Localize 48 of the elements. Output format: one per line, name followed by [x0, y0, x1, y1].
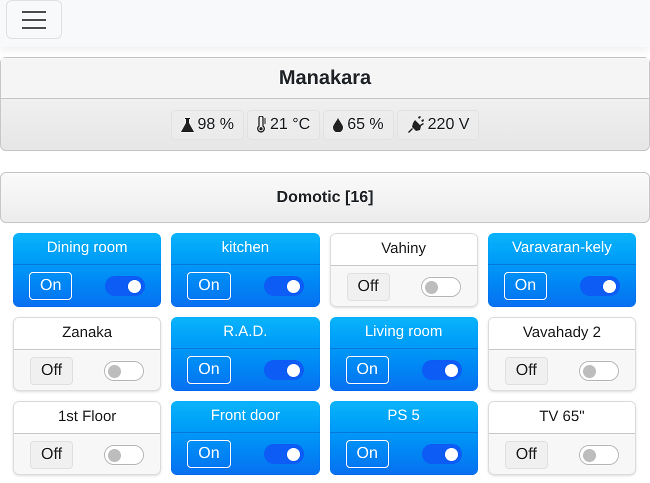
state-button[interactable]: Off	[30, 441, 74, 469]
state-button[interactable]: On	[187, 440, 231, 468]
toggle-switch[interactable]	[579, 445, 619, 465]
toggle-switch[interactable]	[420, 277, 461, 297]
state-button[interactable]: On	[504, 272, 548, 300]
thermometer-icon	[256, 116, 266, 133]
device-name: TV 65"	[488, 402, 635, 434]
device-name: Vahiny	[330, 234, 477, 266]
device-name: Dining room	[13, 233, 162, 265]
section-header: Domotic [16]	[0, 172, 650, 223]
toggle-switch[interactable]	[264, 360, 304, 380]
device-name: Living room	[330, 317, 478, 349]
toggle-switch[interactable]	[422, 444, 462, 464]
plug-icon	[406, 116, 424, 133]
state-button[interactable]: Off	[346, 273, 390, 301]
stat-value: 98 %	[198, 114, 234, 134]
device-name: Zanaka	[14, 318, 160, 350]
drop-icon	[333, 118, 344, 132]
toggle-switch[interactable]	[264, 276, 304, 296]
device-name: Varavaran-kely	[488, 233, 636, 265]
toggle-switch[interactable]	[105, 276, 146, 296]
state-button[interactable]: On	[187, 272, 231, 300]
state-button[interactable]: On	[346, 440, 389, 468]
toggle-switch[interactable]	[422, 360, 462, 380]
stat-value: 220 V	[428, 114, 470, 134]
toggle-switch[interactable]	[104, 445, 144, 465]
toggle-switch[interactable]	[104, 361, 144, 381]
menu-button[interactable]	[6, 0, 62, 39]
state-button[interactable]: Off	[504, 441, 548, 469]
stat-value: 65 %	[347, 114, 384, 134]
device-name: PS 5	[330, 401, 478, 433]
state-button[interactable]: On	[346, 356, 389, 384]
state-button[interactable]: On	[187, 356, 231, 384]
flask-icon	[180, 118, 194, 132]
location-title: Manakara	[1, 58, 649, 99]
device-name: kitchen	[171, 233, 320, 265]
toggle-switch[interactable]	[580, 276, 620, 296]
state-button[interactable]: On	[29, 272, 72, 300]
device-name: Front door	[171, 401, 320, 433]
toggle-switch[interactable]	[264, 444, 304, 464]
state-button[interactable]: Off	[504, 357, 548, 385]
stat-value: 21 °C	[270, 114, 310, 134]
menu-icon	[21, 10, 47, 30]
state-button[interactable]: Off	[30, 357, 74, 385]
toggle-switch[interactable]	[579, 361, 619, 381]
device-name: R.A.D.	[171, 317, 320, 349]
device-name: Vavahady 2	[488, 318, 635, 350]
device-name: 1st Floor	[14, 402, 160, 434]
